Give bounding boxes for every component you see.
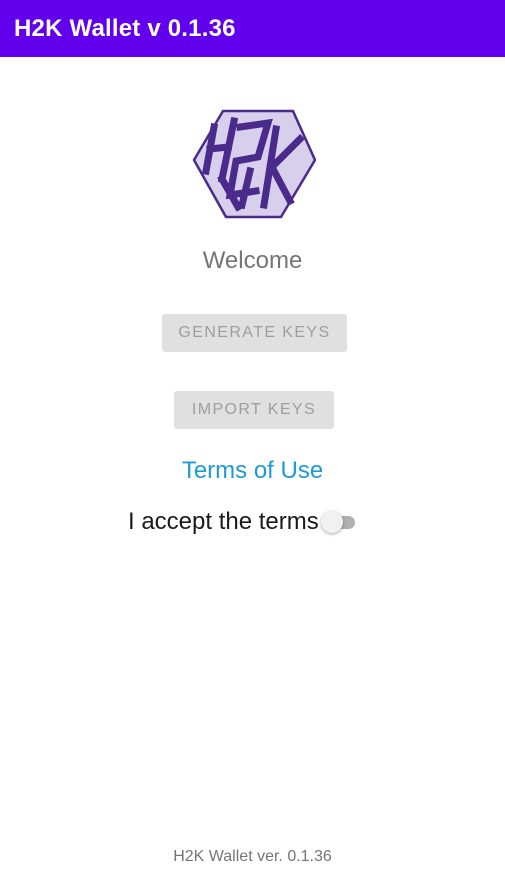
terms-of-use-link[interactable]: Terms of Use [0, 457, 505, 485]
app-title: H2K Wallet v 0.1.36 [14, 14, 236, 42]
accept-terms-label: I accept the terms [128, 508, 319, 535]
welcome-text: Welcome [202, 247, 303, 274]
app-toolbar: H2K Wallet v 0.1.36 [0, 0, 505, 57]
import-keys-button[interactable]: IMPORT KEYS [174, 391, 334, 429]
generate-keys-button[interactable]: GENERATE KEYS [162, 314, 347, 352]
accept-terms-switch[interactable] [320, 509, 359, 535]
switch-thumb [320, 511, 343, 533]
accept-terms-row: I accept the terms [128, 507, 359, 537]
version-footer: H2K Wallet ver. 0.1.36 [173, 848, 332, 865]
app-screen: H2K Wallet v 0.1.36 Welcome GENERATE KEY… [0, 0, 505, 878]
h2k-logo-icon [192, 109, 317, 219]
